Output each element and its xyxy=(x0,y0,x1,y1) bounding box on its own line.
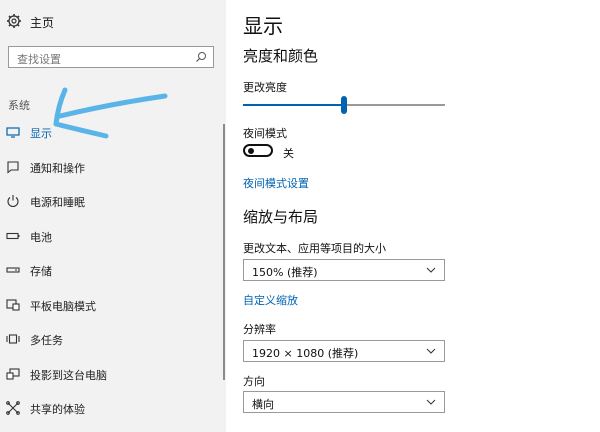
search-icon[interactable] xyxy=(195,51,207,63)
sidebar-item-notifications[interactable]: 通知和操作 xyxy=(0,150,226,184)
sidebar-item-project-to-pc[interactable]: 投影到这台电脑 xyxy=(0,357,226,391)
main-panel: 显示 亮度和颜色 更改亮度 夜间模式 关 夜间模式设置 缩放与布局 更改文本、应… xyxy=(226,0,600,432)
multitasking-icon xyxy=(6,334,20,344)
sidebar-item-tablet-mode[interactable]: 平板电脑模式 xyxy=(0,288,226,322)
shared-experiences-icon xyxy=(6,401,20,415)
home-nav-item[interactable]: 主页 xyxy=(0,0,226,42)
sidebar-item-label: 电池 xyxy=(30,231,52,244)
chevron-down-icon xyxy=(426,267,436,273)
brightness-label: 更改亮度 xyxy=(243,81,287,94)
sidebar-item-label: 平板电脑模式 xyxy=(30,300,96,313)
sidebar-item-multitasking[interactable]: 多任务 xyxy=(0,322,226,356)
gear-icon xyxy=(7,14,21,28)
power-icon xyxy=(7,195,19,208)
night-light-state: 关 xyxy=(283,147,294,160)
search-placeholder: 查找设置 xyxy=(17,53,61,66)
brightness-section-heading: 亮度和颜色 xyxy=(243,47,319,65)
sidebar-item-label: 显示 xyxy=(30,127,52,140)
chevron-down-icon xyxy=(426,399,436,405)
resolution-value: 1920 × 1080 (推荐) xyxy=(252,347,359,360)
scale-value: 150% (推荐) xyxy=(252,266,318,279)
monitor-icon xyxy=(6,127,20,138)
chevron-down-icon xyxy=(426,348,436,354)
orientation-label: 方向 xyxy=(243,375,265,388)
sidebar-item-label: 通知和操作 xyxy=(30,162,85,175)
notification-icon xyxy=(7,161,19,174)
orientation-dropdown[interactable]: 横向 xyxy=(243,391,445,413)
toggle-knob xyxy=(248,148,254,154)
sidebar-item-display[interactable]: 显示 xyxy=(0,115,226,149)
scale-label: 更改文本、应用等项目的大小 xyxy=(243,242,386,255)
projecting-icon xyxy=(6,368,20,380)
night-light-label: 夜间模式 xyxy=(243,127,287,140)
sidebar-item-power-sleep[interactable]: 电源和睡眠 xyxy=(0,184,226,218)
slider-thumb[interactable] xyxy=(341,96,347,114)
storage-icon xyxy=(6,267,20,273)
scale-section-heading: 缩放与布局 xyxy=(243,208,319,226)
brightness-slider[interactable] xyxy=(243,96,445,116)
sidebar-item-battery[interactable]: 电池 xyxy=(0,219,226,253)
sidebar-item-label: 投影到这台电脑 xyxy=(30,369,107,382)
night-light-settings-link[interactable]: 夜间模式设置 xyxy=(243,175,309,191)
sidebar-item-label: 电源和睡眠 xyxy=(30,196,85,209)
section-label-system: 系统 xyxy=(8,99,30,112)
home-label: 主页 xyxy=(30,16,55,30)
search-settings-input[interactable]: 查找设置 xyxy=(8,46,214,68)
sidebar-item-storage[interactable]: 存储 xyxy=(0,253,226,287)
night-light-toggle[interactable] xyxy=(243,144,273,157)
slider-fill xyxy=(243,104,344,106)
sidebar: 主页 查找设置 系统 显示 通知和操作 电源和睡眠 电池 存储 平板电脑模式 多… xyxy=(0,0,226,432)
sidebar-item-label: 共享的体验 xyxy=(30,403,85,416)
battery-icon xyxy=(6,232,20,240)
resolution-label: 分辨率 xyxy=(243,323,276,336)
orientation-value: 横向 xyxy=(252,398,274,411)
sidebar-scrollbar[interactable] xyxy=(223,124,225,380)
sidebar-item-shared-experiences[interactable]: 共享的体验 xyxy=(0,391,226,425)
resolution-dropdown[interactable]: 1920 × 1080 (推荐) xyxy=(243,340,445,362)
scale-dropdown[interactable]: 150% (推荐) xyxy=(243,259,445,281)
sidebar-item-label: 多任务 xyxy=(30,334,63,347)
sidebar-item-label: 存储 xyxy=(30,265,52,278)
page-title: 显示 xyxy=(243,14,283,38)
custom-scaling-link[interactable]: 自定义缩放 xyxy=(243,292,298,308)
tablet-mode-icon xyxy=(6,299,20,311)
